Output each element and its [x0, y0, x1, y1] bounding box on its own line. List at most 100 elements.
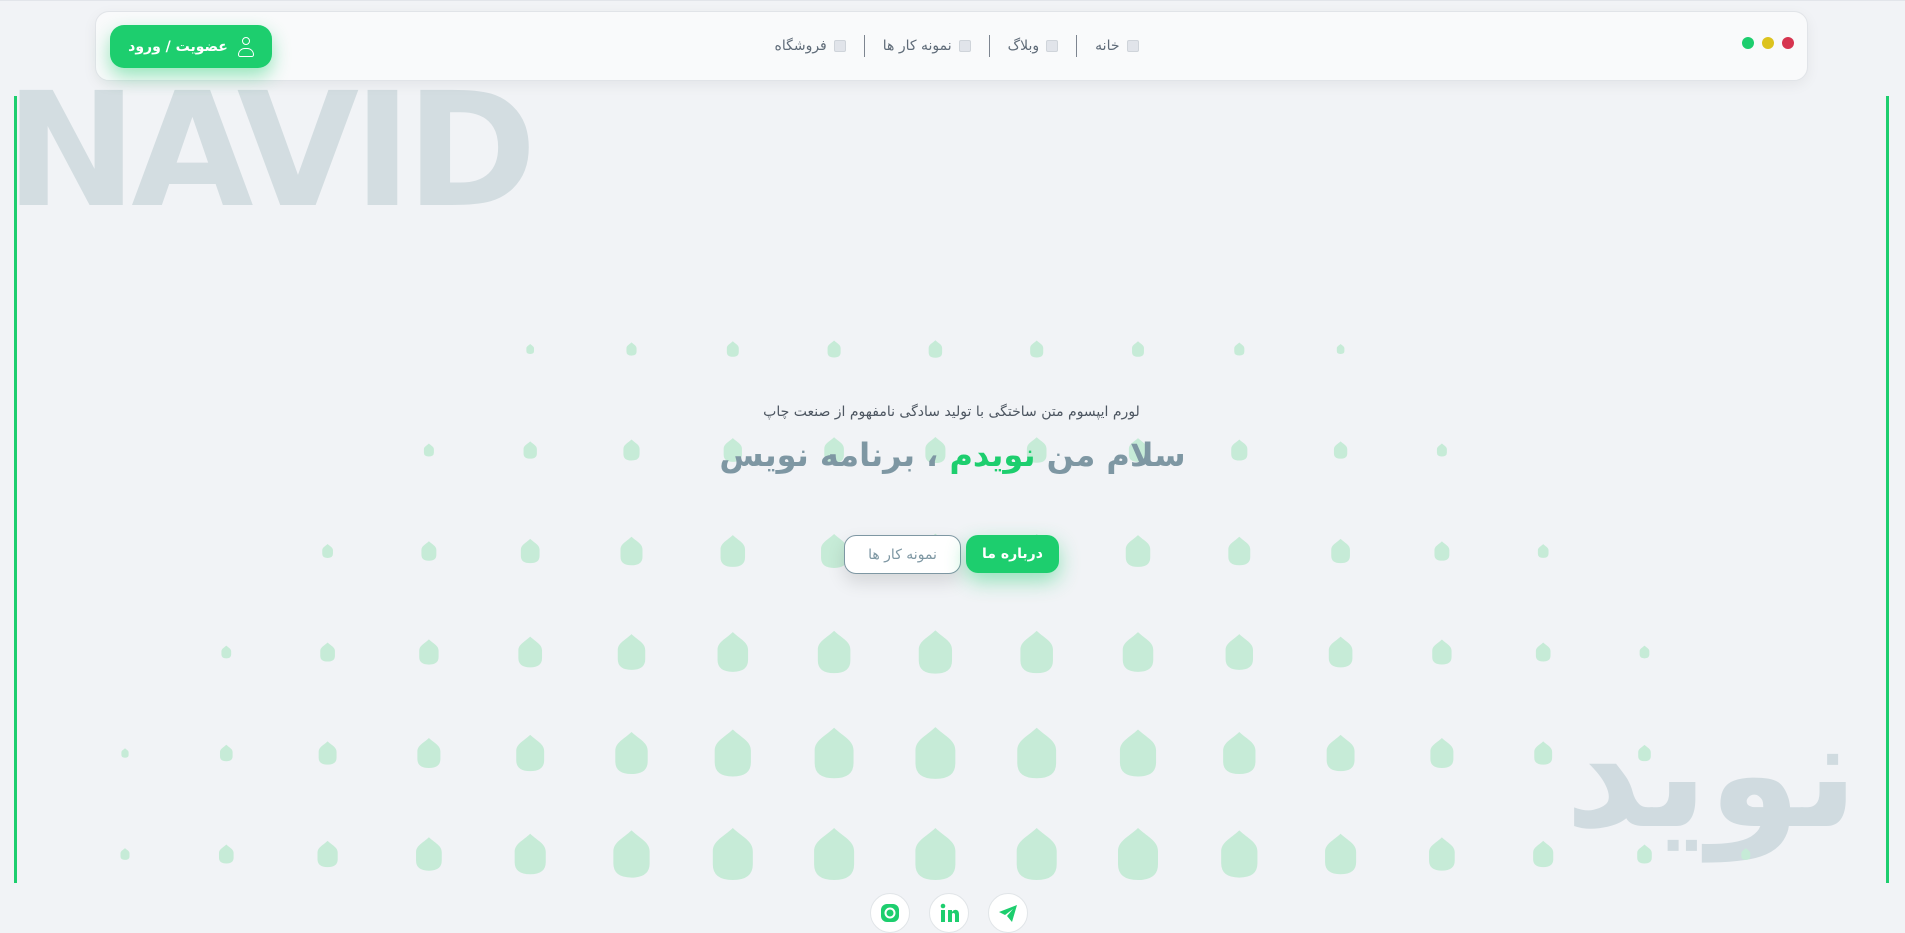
menu-item-label: خانه [1095, 38, 1120, 54]
square-icon [833, 40, 846, 52]
drop-shape [1325, 833, 1357, 875]
drop-shape [1016, 828, 1057, 880]
drop-shape [1432, 639, 1452, 665]
hero-subtitle: لورم ایپسوم متن ساختگی با تولید سادگی نا… [0, 404, 1905, 420]
drop-shape [827, 340, 841, 358]
drop-shape [318, 741, 337, 765]
square-icon [958, 40, 971, 52]
drop-shape [320, 642, 335, 662]
hero-subtitle-text: لورم ایپسوم متن ساختگی با تولید سادگی نا… [763, 404, 1140, 420]
drop-shape [1225, 634, 1254, 670]
drop-shape [918, 630, 953, 674]
drop-shape [518, 636, 543, 668]
hero-title-accent: نویدم [949, 436, 1036, 474]
drop-shape [416, 837, 442, 871]
drop-shape [1017, 727, 1057, 779]
drop-shape [915, 828, 956, 880]
window-dots [1742, 37, 1794, 49]
drop-shape [121, 748, 129, 758]
drop-shape [817, 630, 851, 674]
menu-item-shop[interactable]: فروشگاه [757, 38, 864, 54]
drop-shape [1429, 837, 1455, 871]
hero-title-suffix: ، برنامه نویس [719, 436, 950, 474]
menu-item-home[interactable]: خانه [1077, 38, 1156, 54]
drop-shape [526, 344, 535, 354]
drop-shape [322, 544, 333, 558]
drop-shape [617, 634, 646, 670]
drop-shape [221, 645, 232, 659]
drop-shape [1030, 340, 1044, 358]
drop-shape [726, 341, 739, 357]
hero-title: سلام من نویدم ، برنامه نویس [0, 436, 1905, 474]
drop-shape [1434, 541, 1450, 561]
left-accent-rail [14, 96, 17, 883]
drop-shape [613, 830, 650, 878]
menu-item-label: وبلاگ [1007, 38, 1040, 54]
drop-shape [1020, 630, 1053, 674]
drop-shape [1537, 544, 1549, 558]
drop-shape [1122, 632, 1154, 672]
drop-shape [626, 342, 637, 356]
drop-shape [720, 535, 746, 567]
menu-item-label: نمونه کار ها [882, 38, 952, 54]
drop-shape [514, 833, 546, 875]
drop-shape [712, 828, 753, 880]
drop-shape [615, 731, 648, 775]
drop-shape [1234, 342, 1245, 356]
social-links [870, 893, 1028, 933]
menu-item-blog[interactable]: وبلاگ [990, 38, 1077, 54]
drop-shape [419, 639, 439, 665]
drop-shape [1119, 729, 1157, 777]
drop-shape [1221, 830, 1258, 878]
drop-shape [1328, 636, 1353, 668]
menu-divider [988, 35, 990, 57]
drop-shape [620, 536, 643, 566]
drop-shape [1336, 344, 1345, 354]
drop-shape [219, 744, 233, 762]
square-icon [1046, 40, 1059, 52]
hero-title-prefix: سلام من [1035, 436, 1186, 474]
drop-shape [1637, 844, 1652, 864]
drop-shape [1118, 828, 1158, 880]
menu-item-label: فروشگاه [774, 38, 827, 54]
menu-item-portfolio[interactable]: نمونه کار ها [865, 38, 989, 54]
main-menu: خانه وبلاگ نمونه کار ها فروشگاه [96, 12, 1807, 80]
drop-shape [218, 844, 234, 864]
about-us-button[interactable]: درباره ما [966, 535, 1059, 573]
drop-shape [421, 541, 437, 561]
drop-shape [520, 538, 540, 564]
drop-shape [1223, 731, 1256, 775]
right-accent-rail [1886, 96, 1889, 883]
navbar: عضویت / ورود خانه وبلاگ نمونه کار ها فرو… [95, 11, 1808, 81]
drop-shape [928, 340, 943, 358]
drop-shape [120, 848, 130, 860]
drop-shape [814, 727, 854, 779]
drop-shape [1132, 341, 1144, 357]
drop-shape [1534, 741, 1553, 765]
drop-shape [516, 734, 545, 772]
red-dot-icon [1782, 37, 1794, 49]
telegram-icon[interactable] [988, 893, 1028, 933]
instagram-icon[interactable] [870, 893, 910, 933]
drop-shape [814, 828, 855, 880]
square-icon [1126, 40, 1139, 52]
drop-shape [1331, 538, 1350, 564]
yellow-dot-icon [1762, 37, 1774, 49]
linkedin-icon[interactable] [929, 893, 969, 933]
drop-shape [1326, 734, 1355, 772]
drop-shape [417, 738, 441, 768]
green-dot-icon [1742, 37, 1754, 49]
drop-shape [1638, 744, 1651, 762]
drop-shape [915, 727, 956, 779]
drop-shape [714, 729, 751, 777]
drop-shape [1639, 645, 1650, 659]
drop-shape [717, 632, 749, 672]
drop-shape [317, 840, 338, 868]
menu-divider [1076, 35, 1078, 57]
drop-shape [1430, 738, 1454, 768]
menu-divider [863, 35, 865, 57]
drop-shape [1125, 535, 1151, 567]
drop-shape [1533, 840, 1554, 868]
drop-shape [1228, 536, 1251, 566]
portfolio-button[interactable]: نمونه کار ها [844, 535, 961, 574]
